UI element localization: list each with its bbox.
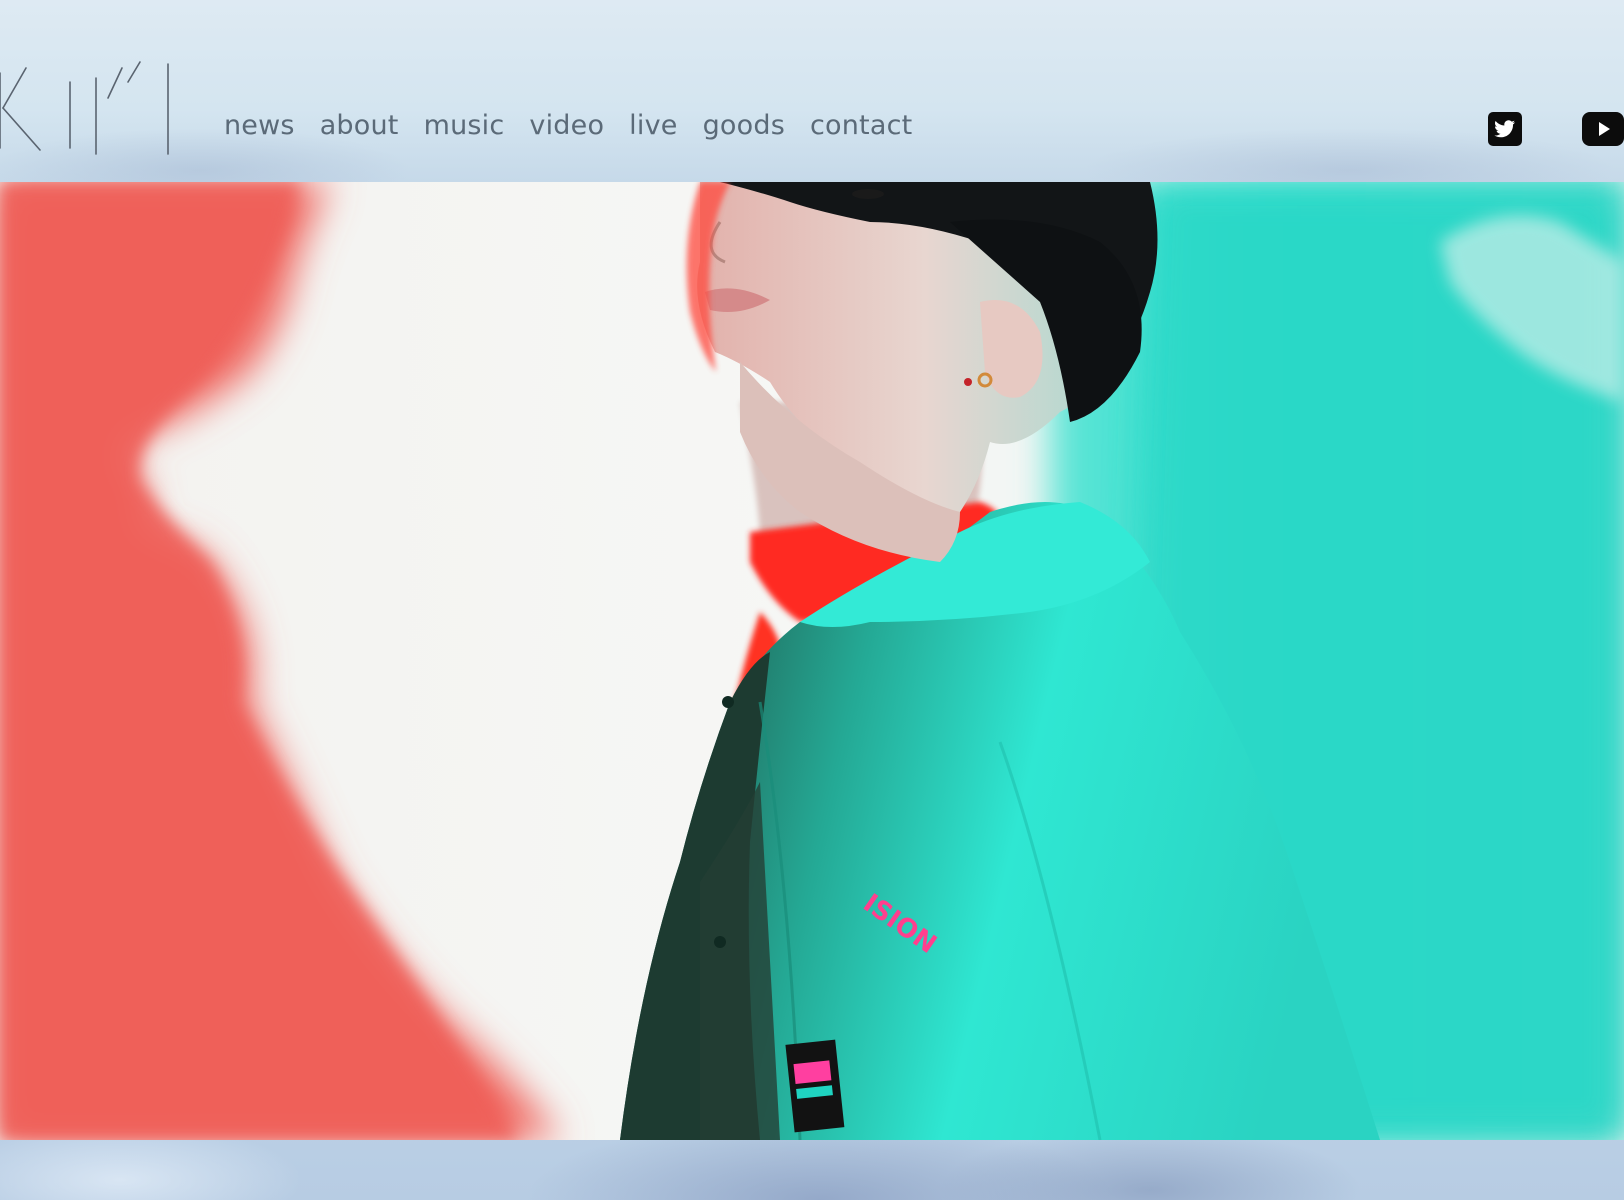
nav-news[interactable]: news bbox=[224, 108, 295, 144]
nav-goods[interactable]: goods bbox=[703, 108, 785, 144]
main-nav: news about music video live goods contac… bbox=[224, 108, 937, 144]
footer-strip bbox=[0, 1140, 1624, 1200]
twitter-link[interactable] bbox=[1488, 112, 1522, 146]
youtube-icon bbox=[1582, 112, 1624, 146]
twitter-icon bbox=[1488, 112, 1522, 146]
nav-live[interactable]: live bbox=[629, 108, 677, 144]
nav-music[interactable]: music bbox=[424, 108, 505, 144]
hero-image: ISION bbox=[0, 182, 1624, 1140]
logo-mark bbox=[0, 61, 169, 155]
nav-contact[interactable]: contact bbox=[810, 108, 912, 144]
hero-photo: ISION bbox=[0, 182, 1624, 1140]
youtube-link[interactable] bbox=[1582, 112, 1624, 146]
site-logo[interactable] bbox=[0, 58, 180, 158]
site-header: news about music video live goods contac… bbox=[0, 0, 1624, 182]
nav-about[interactable]: about bbox=[320, 108, 399, 144]
nav-video[interactable]: video bbox=[529, 108, 604, 144]
